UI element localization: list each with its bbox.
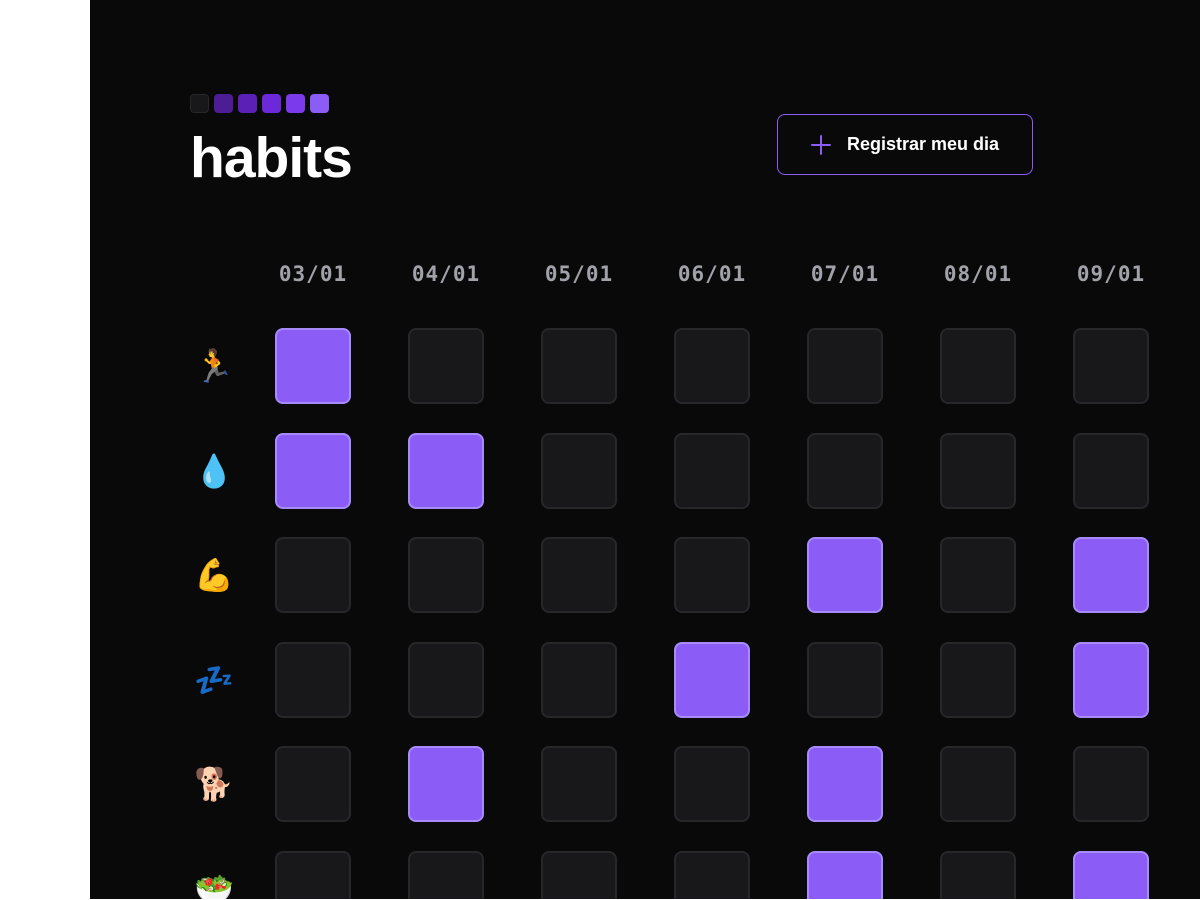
habit-cell-dog-walk-05-01[interactable]	[541, 746, 617, 822]
habits-app: habits Registrar meu dia 03/01 04/01 05/01…	[90, 0, 1200, 899]
habit-cell-water-08-01[interactable]	[940, 432, 1016, 509]
logo-square	[262, 94, 281, 113]
page-title: habits	[190, 126, 353, 190]
habit-cell-water-06-01[interactable]	[674, 432, 750, 509]
water-icon: 💧	[194, 451, 234, 490]
logo-square	[214, 94, 233, 113]
habit-cell-running-05-01[interactable]	[541, 328, 617, 404]
logo-square	[190, 94, 209, 113]
habit-cell-dog-walk-09-01[interactable]	[1073, 746, 1149, 822]
habit-cell-exercise-08-01[interactable]	[940, 537, 1016, 613]
habit-cell-dog-walk-08-01[interactable]	[940, 746, 1016, 822]
exercise-icon: 💪	[194, 556, 234, 594]
register-day-button-label: Registrar meu dia	[846, 134, 1000, 154]
habit-cell-salad-09-01[interactable]	[1073, 850, 1149, 899]
date-column-header: 06/01	[677, 262, 747, 286]
habit-cell-exercise-05-01[interactable]	[541, 537, 617, 613]
logo-square	[286, 94, 305, 113]
habit-cell-salad-07-01[interactable]	[807, 850, 883, 899]
habit-cell-sleep-04-01[interactable]	[408, 641, 484, 718]
habit-cell-exercise-03-01[interactable]	[275, 537, 351, 613]
habit-cell-running-06-01[interactable]	[674, 328, 750, 404]
date-column-header: 09/01	[1076, 262, 1146, 286]
logo-square	[310, 94, 329, 113]
habit-cell-exercise-09-01[interactable]	[1073, 537, 1149, 613]
habit-cell-water-04-01[interactable]	[408, 432, 484, 509]
logo-square	[238, 94, 257, 113]
salad-icon: 🥗	[194, 869, 234, 900]
habit-cell-exercise-07-01[interactable]	[807, 537, 883, 613]
habit-cell-salad-04-01[interactable]	[408, 850, 484, 899]
habit-cell-water-07-01[interactable]	[807, 432, 883, 509]
plus-icon	[810, 134, 831, 155]
habit-cell-running-04-01[interactable]	[408, 328, 484, 404]
habit-cell-sleep-03-01[interactable]	[275, 641, 351, 718]
habit-cell-water-05-01[interactable]	[541, 432, 617, 509]
habit-cell-dog-walk-03-01[interactable]	[275, 746, 351, 822]
habit-cell-exercise-04-01[interactable]	[408, 537, 484, 613]
habit-cell-sleep-05-01[interactable]	[541, 641, 617, 718]
sleep-icon: 💤	[194, 660, 234, 699]
habit-cell-salad-03-01[interactable]	[275, 850, 351, 899]
dog-walk-icon: 🐕	[194, 765, 234, 803]
habit-cell-sleep-08-01[interactable]	[940, 641, 1016, 718]
running-icon: 🏃	[194, 347, 234, 385]
habit-cell-running-09-01[interactable]	[1073, 328, 1149, 404]
date-column-header: 07/01	[810, 262, 880, 286]
habit-cell-dog-walk-04-01[interactable]	[408, 746, 484, 822]
habit-cell-sleep-06-01[interactable]	[674, 641, 750, 718]
habit-cell-dog-walk-06-01[interactable]	[674, 746, 750, 822]
habit-cell-sleep-07-01[interactable]	[807, 641, 883, 718]
date-column-header: 05/01	[544, 262, 614, 286]
habit-cell-sleep-09-01[interactable]	[1073, 641, 1149, 718]
habit-cell-salad-05-01[interactable]	[541, 850, 617, 899]
habit-cell-salad-06-01[interactable]	[674, 850, 750, 899]
habit-cell-running-07-01[interactable]	[807, 328, 883, 404]
habit-cell-dog-walk-07-01[interactable]	[807, 746, 883, 822]
habit-cell-salad-08-01[interactable]	[940, 850, 1016, 899]
habit-cell-water-09-01[interactable]	[1073, 432, 1149, 509]
habit-cell-running-03-01[interactable]	[275, 328, 351, 404]
habit-cell-water-03-01[interactable]	[275, 432, 351, 509]
habit-cell-exercise-06-01[interactable]	[674, 537, 750, 613]
date-column-header: 04/01	[411, 262, 481, 286]
habit-cell-running-08-01[interactable]	[940, 328, 1016, 404]
app-logo	[190, 94, 329, 113]
date-column-header: 03/01	[278, 262, 348, 286]
date-column-header: 08/01	[943, 262, 1013, 286]
register-day-button[interactable]: Registrar meu dia	[777, 114, 1033, 175]
